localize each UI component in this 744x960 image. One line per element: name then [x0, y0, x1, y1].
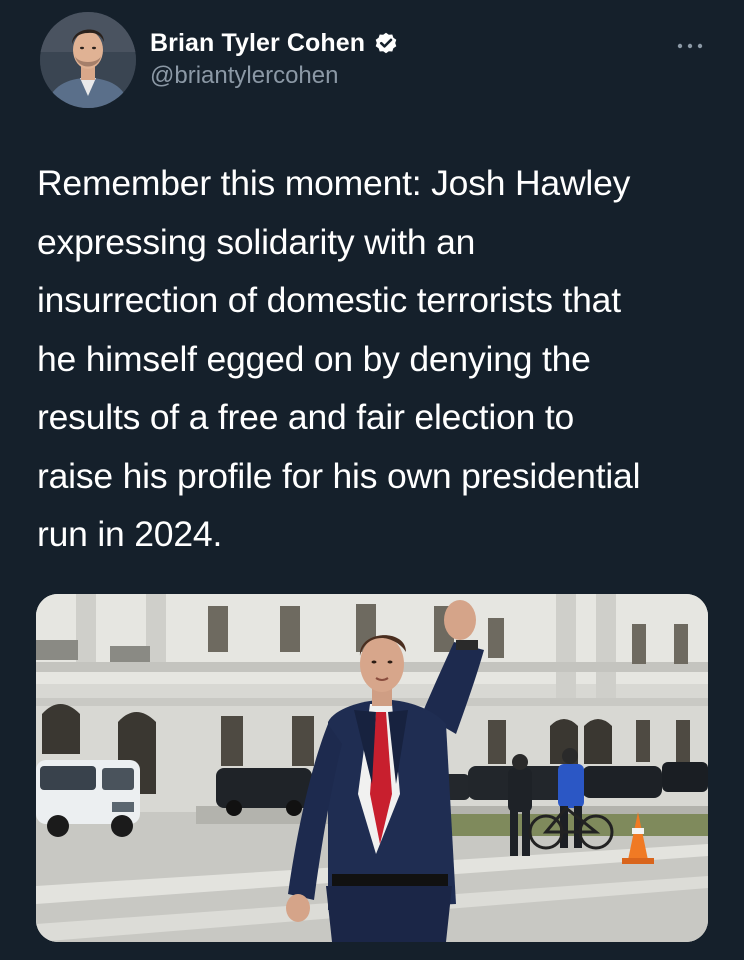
display-name[interactable]: Brian Tyler Cohen	[150, 29, 365, 58]
verified-badge-icon	[373, 30, 399, 56]
tweet-card: Brian Tyler Cohen @briantylercohen Remem…	[0, 0, 744, 960]
avatar[interactable]	[40, 12, 136, 108]
author-handle[interactable]: @briantylercohen	[150, 62, 399, 90]
tweet-text: Remember this moment: Josh Hawley expres…	[37, 163, 641, 554]
tweet-header: Brian Tyler Cohen @briantylercohen	[40, 12, 704, 112]
more-options-icon[interactable]	[676, 38, 704, 49]
photo-scene	[36, 594, 708, 942]
author-info: Brian Tyler Cohen @briantylercohen	[150, 26, 399, 90]
avatar-photo	[40, 12, 136, 108]
name-row: Brian Tyler Cohen	[150, 26, 399, 60]
tweet-photo[interactable]	[36, 594, 708, 942]
